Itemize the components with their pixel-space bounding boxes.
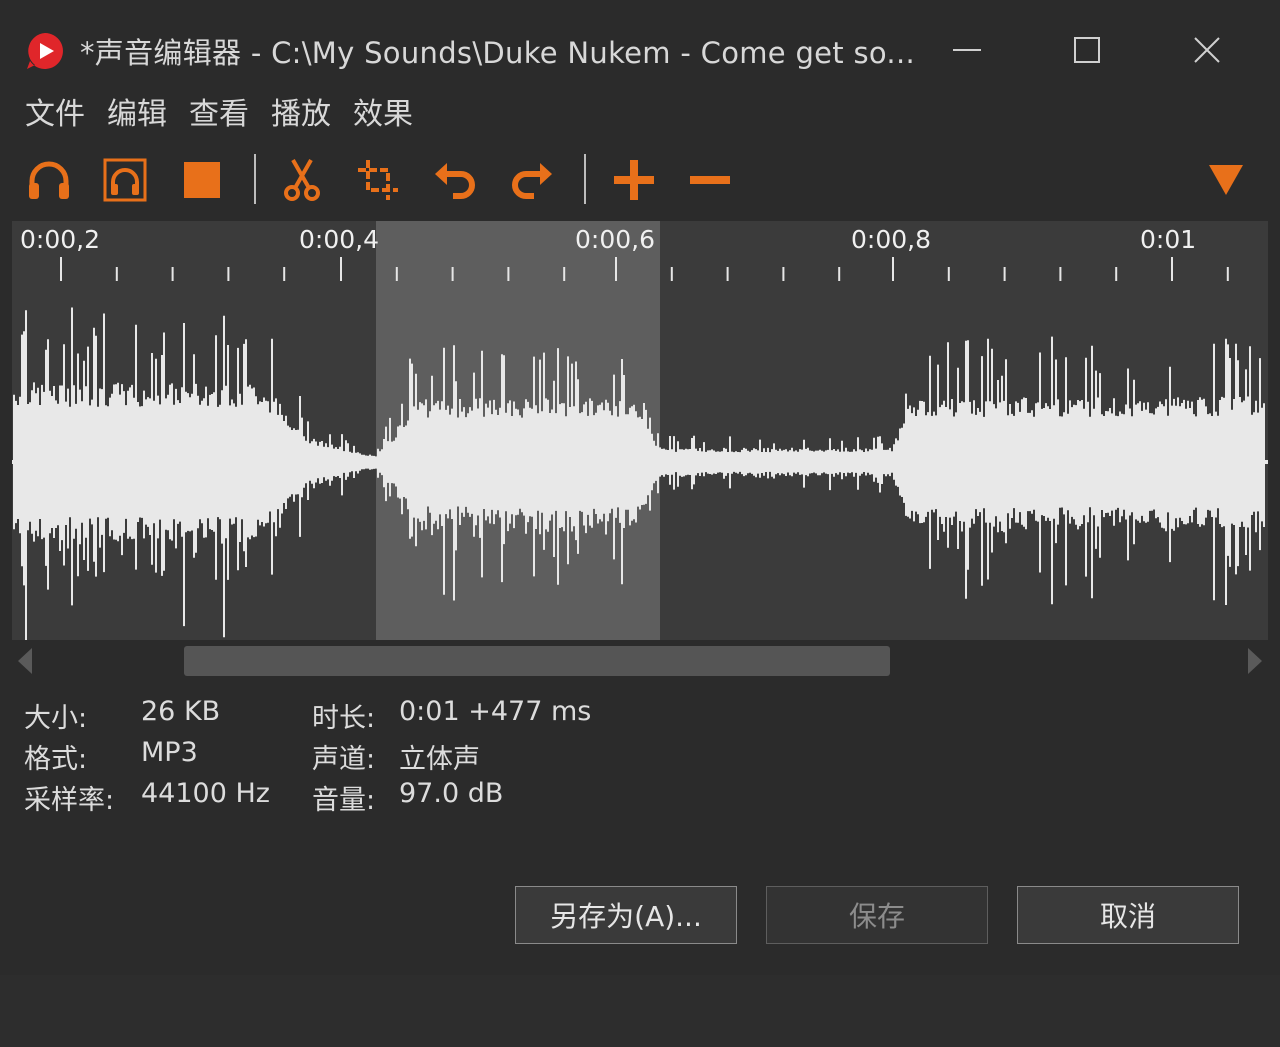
maximize-button[interactable] [1052,22,1122,78]
sample-rate-label: 采样率: [24,785,115,816]
ruler-minor-tick [283,267,286,281]
ruler-minor-tick [227,267,230,281]
menu-play[interactable]: 播放 [260,92,342,138]
ruler-label: 0:00,6 [575,225,655,254]
headphones-icon [29,161,69,199]
ruler-major-tick [60,257,62,281]
play-selection-button[interactable] [97,152,153,208]
redo-button[interactable] [504,152,560,208]
ruler-minor-tick [782,267,785,281]
volume-label: 音量: [312,785,376,816]
waveform-canvas[interactable] [12,221,1268,640]
title-bar: *声音编辑器 - C:\My Sounds\Duke Nukem - Come … [0,0,1280,96]
crop-button[interactable] [350,152,406,208]
options-dropdown-button[interactable] [1198,152,1254,208]
menu-file[interactable]: 文件 [14,92,96,138]
ruler-minor-tick [1115,267,1118,281]
scroll-thumb[interactable] [184,646,890,676]
minimize-button[interactable] [932,22,1002,78]
ruler-minor-tick [115,267,118,281]
size-label: 大小: [24,703,88,734]
duration-value: 0:01 +477 ms [399,696,592,727]
ruler-minor-tick [726,267,729,281]
waveform-panel[interactable]: 0:00,2 0:00,4 0:00,6 0:00,8 0:01 [12,221,1268,640]
format-value: MP3 [141,737,198,768]
scroll-right-button[interactable] [1248,648,1262,678]
format-label: 格式: [24,744,88,775]
cancel-button[interactable]: 取消 [1017,886,1239,944]
ruler-label: 0:00,4 [299,225,379,254]
ruler-minor-tick [507,267,510,281]
ruler-minor-tick [1059,267,1062,281]
ruler-minor-tick [1226,267,1229,281]
stop-button[interactable] [174,152,230,208]
zoom-out-button[interactable] [682,152,738,208]
menu-edit[interactable]: 编辑 [96,92,178,138]
ruler-minor-tick [947,267,950,281]
dropdown-triangle-icon [1209,165,1243,195]
window-title: *声音编辑器 - C:\My Sounds\Duke Nukem - Come … [80,36,915,70]
menu-view[interactable]: 查看 [178,92,260,138]
cut-icon [284,159,320,201]
size-value: 26 KB [141,696,221,727]
ruler-label: 0:00,8 [851,225,931,254]
save-button[interactable]: 保存 [766,886,988,944]
play-all-button[interactable] [21,152,77,208]
ruler-minor-tick [451,267,454,281]
ruler-major-tick [892,257,894,281]
close-button[interactable] [1172,22,1242,78]
crop-icon [358,160,398,200]
save-as-button[interactable]: 另存为(A)... [515,886,737,944]
toolbar-separator [584,154,586,204]
zoom-out-minus-icon [690,176,730,184]
menu-bar: 文件 编辑 查看 播放 效果 [14,92,424,138]
stop-icon [184,162,220,198]
menu-effects[interactable]: 效果 [342,92,424,138]
toolbar-separator [254,154,256,204]
channels-value: 立体声 [399,744,480,775]
volume-value: 97.0 dB [399,778,504,809]
ruler-label: 0:01 [1140,225,1197,254]
horizontal-scrollbar[interactable] [12,642,1268,680]
cut-button[interactable] [274,152,330,208]
play-logo-icon [24,30,66,72]
ruler-minor-tick [1003,267,1006,281]
scroll-right-icon [1248,648,1262,674]
scroll-left-icon [18,648,32,674]
ruler-major-tick [615,257,617,281]
undo-button[interactable] [427,152,483,208]
zoom-in-plus-icon [614,160,654,200]
ruler-minor-tick [670,267,673,281]
duration-label: 时长: [312,703,376,734]
waveform-centerline [12,460,1268,464]
bottom-strip [0,975,1280,1047]
headphones-selection-icon [103,158,147,202]
channels-label: 声道: [312,744,376,775]
ruler-label: 0:00,2 [20,225,100,254]
toolbar [0,148,1280,214]
sample-rate-value: 44100 Hz [141,778,270,809]
undo-icon [435,163,475,199]
scroll-left-button[interactable] [18,648,32,678]
waveform-trace [13,307,1265,640]
ruler-minor-tick [171,267,174,281]
zoom-in-button[interactable] [606,152,662,208]
ruler-minor-tick [395,267,398,281]
ruler-minor-tick [563,267,566,281]
redo-icon [512,163,552,199]
close-icon [1194,37,1220,63]
ruler-major-tick [1171,257,1173,281]
maximize-icon [1074,37,1100,63]
minimize-icon [953,49,981,51]
ruler-minor-tick [838,267,841,281]
ruler-major-tick [340,257,342,281]
